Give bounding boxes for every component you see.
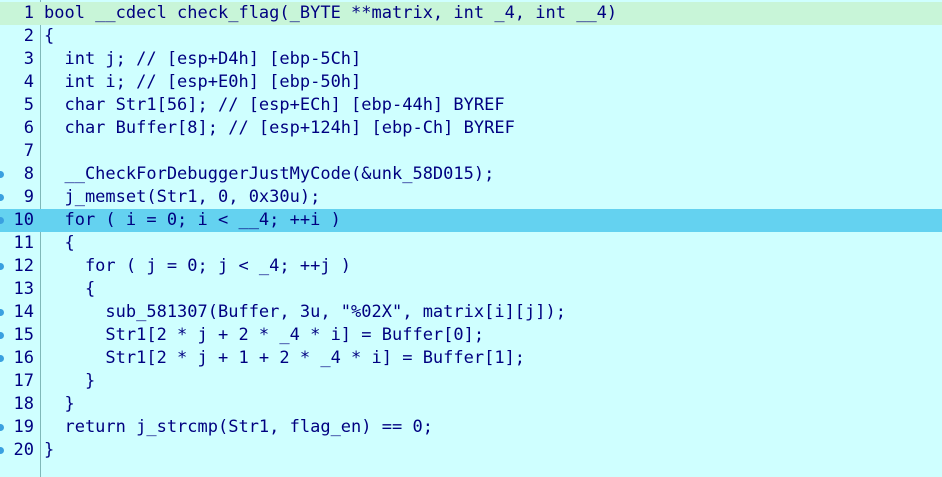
code-line[interactable]: 8 __CheckForDebuggerJustMyCode(&unk_58D0… <box>0 163 942 186</box>
line-number: 4 <box>23 72 34 92</box>
code-line[interactable]: 5 char Str1[56]; // [esp+ECh] [ebp-44h] … <box>0 94 942 117</box>
line-number: 11 <box>13 233 34 253</box>
code-line[interactable]: 16 Str1[2 * j + 1 + 2 * _4 * i] = Buffer… <box>0 347 942 370</box>
line-number: 13 <box>13 279 34 299</box>
code-text: { <box>44 233 75 253</box>
line-number: 16 <box>13 348 34 368</box>
line-number: 18 <box>13 394 34 414</box>
code-line[interactable]: 9 j_memset(Str1, 0, 0x30u); <box>0 186 942 209</box>
line-number: 20 <box>13 440 34 460</box>
line-number: 10 <box>13 210 34 230</box>
code-text: int i; // [esp+E0h] [ebp-50h] <box>44 72 362 92</box>
code-line[interactable]: 19 return j_strcmp(Str1, flag_en) == 0; <box>0 416 942 439</box>
line-number: 12 <box>13 256 34 276</box>
pseudocode-editor[interactable]: 1 bool __cdecl check_flag(_BYTE **matrix,… <box>0 0 942 477</box>
code-line[interactable]: 4 int i; // [esp+E0h] [ebp-50h] <box>0 71 942 94</box>
code-line[interactable]: 6 char Buffer[8]; // [esp+124h] [ebp-Ch]… <box>0 117 942 140</box>
code-text: bool __cdecl check_flag(_BYTE **matrix, … <box>44 3 618 23</box>
line-number: 3 <box>23 49 34 69</box>
code-text: } <box>44 394 75 414</box>
code-line[interactable]: 18 } <box>0 393 942 416</box>
line-number: 14 <box>13 302 34 322</box>
code-line[interactable]: 2{ <box>0 25 942 48</box>
code-line[interactable]: 17 } <box>0 370 942 393</box>
code-text: } <box>44 440 55 460</box>
line-number: 2 <box>23 26 34 46</box>
code-line[interactable]: 14 sub_581307(Buffer, 3u, "%02X", matrix… <box>0 301 942 324</box>
line-number: 15 <box>13 325 34 345</box>
code-line[interactable]: 15 Str1[2 * j + 2 * _4 * i] = Buffer[0]; <box>0 324 942 347</box>
code-line[interactable]: 11 { <box>0 232 942 255</box>
line-number: 17 <box>13 371 34 391</box>
code-text: { <box>44 26 55 46</box>
code-line[interactable]: 13 { <box>0 278 942 301</box>
line-number: 9 <box>23 187 34 207</box>
line-number: 1 <box>23 3 34 23</box>
code-text: for ( j = 0; j < _4; ++j ) <box>44 256 352 276</box>
code-text: { <box>44 279 96 299</box>
code-text: sub_581307(Buffer, 3u, "%02X", matrix[i]… <box>44 302 566 322</box>
line-number: 7 <box>23 141 34 161</box>
code-line[interactable]: 10 for ( i = 0; i < __4; ++i ) <box>0 209 942 232</box>
code-line[interactable]: 12 for ( j = 0; j < _4; ++j ) <box>0 255 942 278</box>
code-line[interactable]: 7 <box>0 140 942 163</box>
code-text: for ( i = 0; i < __4; ++i ) <box>44 210 341 230</box>
code-line[interactable]: 3 int j; // [esp+D4h] [ebp-5Ch] <box>0 48 942 71</box>
code-text: } <box>44 371 96 391</box>
code-text: int j; // [esp+D4h] [ebp-5Ch] <box>44 49 362 69</box>
code-text: __CheckForDebuggerJustMyCode(&unk_58D015… <box>44 164 495 184</box>
line-number: 6 <box>23 118 34 138</box>
line-number: 19 <box>13 417 34 437</box>
code-line[interactable]: 1 bool __cdecl check_flag(_BYTE **matrix,… <box>0 2 942 25</box>
line-number: 5 <box>23 95 34 115</box>
code-text: Str1[2 * j + 1 + 2 * _4 * i] = Buffer[1]… <box>44 348 526 368</box>
code-text: char Str1[56]; // [esp+ECh] [ebp-44h] BY… <box>44 95 505 115</box>
code-text: char Buffer[8]; // [esp+124h] [ebp-Ch] B… <box>44 118 515 138</box>
line-number: 8 <box>23 164 34 184</box>
code-line[interactable]: 20} <box>0 439 942 462</box>
code-text: Str1[2 * j + 2 * _4 * i] = Buffer[0]; <box>44 325 485 345</box>
code-text: j_memset(Str1, 0, 0x30u); <box>44 187 321 207</box>
code-text: return j_strcmp(Str1, flag_en) == 0; <box>44 417 433 437</box>
